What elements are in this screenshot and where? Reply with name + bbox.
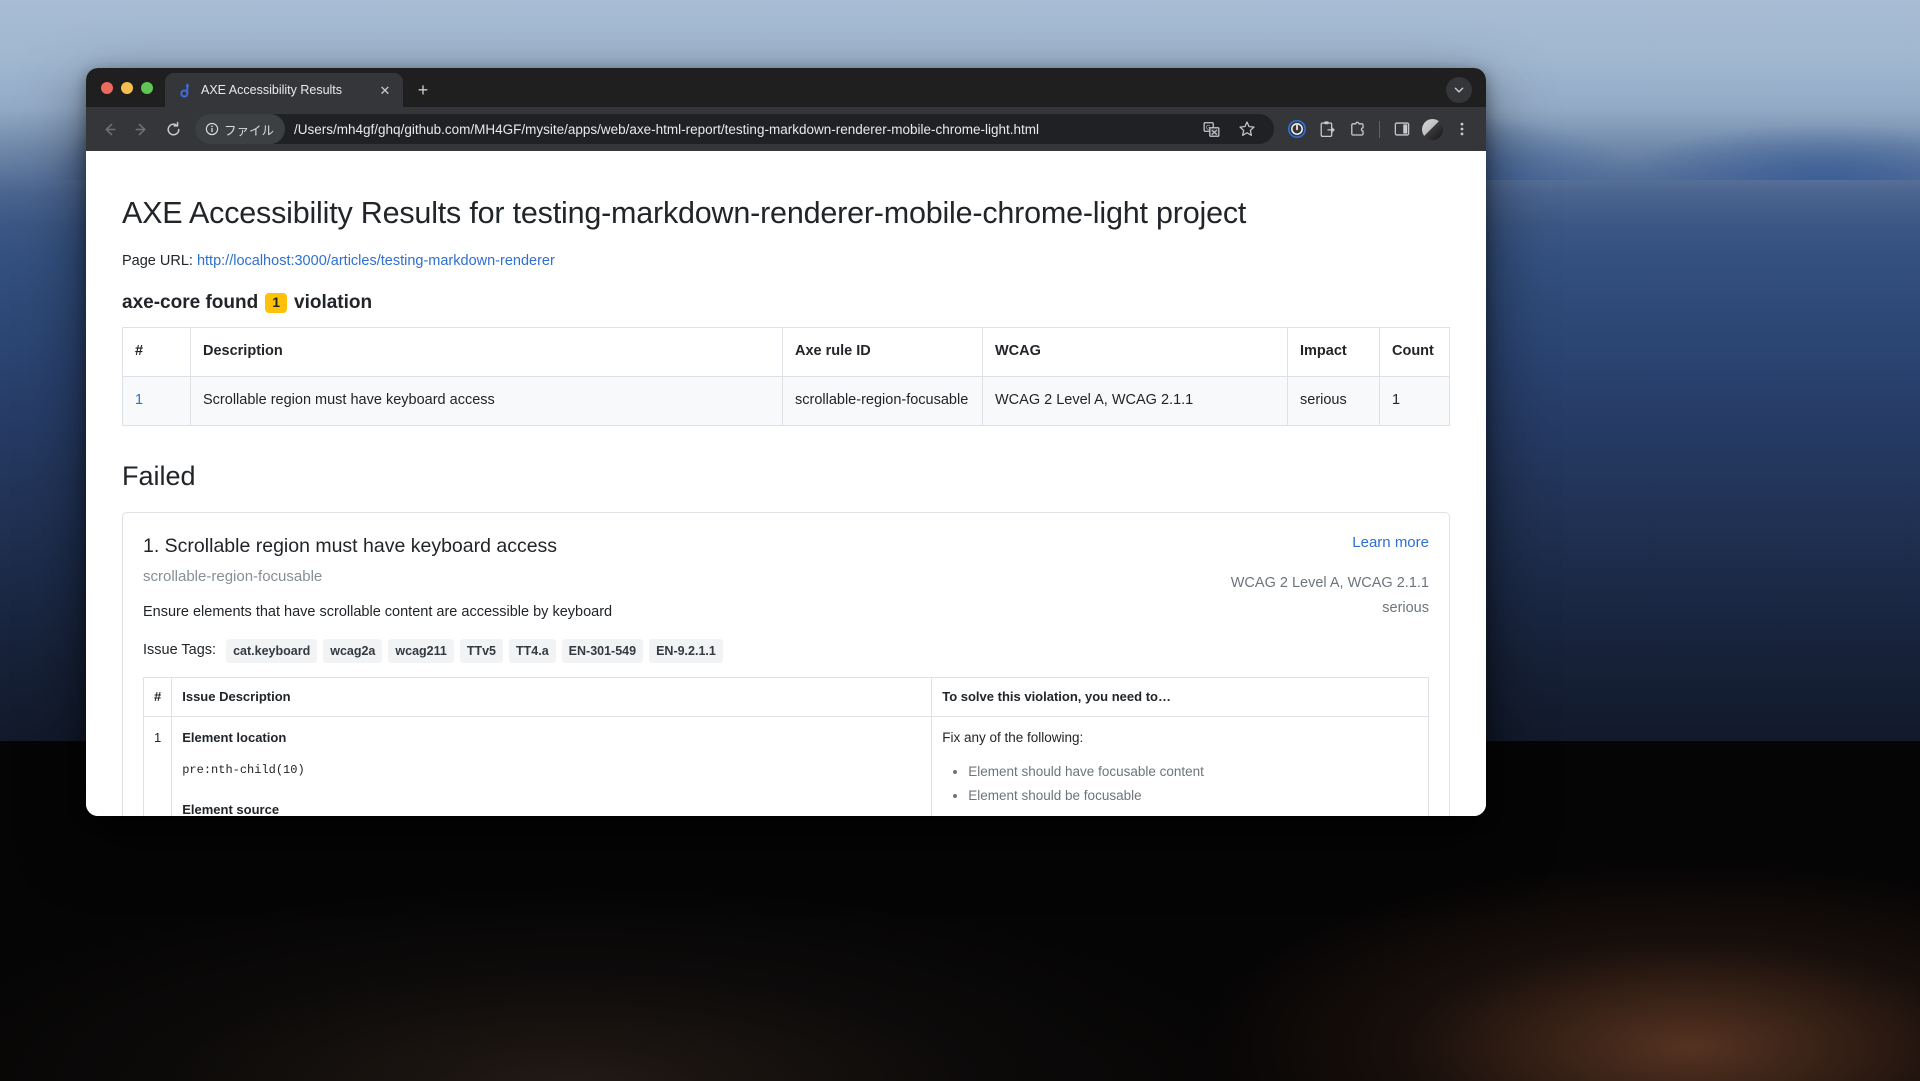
tab-strip: AXE Accessibility Results ✕ + <box>86 68 1486 107</box>
issue-tag: wcag2a <box>323 638 383 664</box>
summary-header-wcag: WCAG <box>982 327 1288 377</box>
page-url-link[interactable]: http://localhost:3000/articles/testing-m… <box>197 253 555 269</box>
omnibox-actions: G <box>1191 115 1270 143</box>
list-item: Element should have focusable content <box>968 760 1418 784</box>
element-location-label: Element location <box>182 729 287 745</box>
page-url-line: Page URL: http://localhost:3000/articles… <box>122 251 1450 273</box>
table-row: 1 Scrollable region must have keyboard a… <box>122 375 1450 426</box>
found-suffix: violation <box>294 291 373 313</box>
chevron-down-icon[interactable] <box>1446 77 1472 103</box>
summary-cell-count: 1 <box>1379 375 1450 426</box>
window-traffic-lights <box>86 68 165 107</box>
issue-table-wrap: # Issue Description To solve this violat… <box>142 677 1429 816</box>
address-bar[interactable]: ファイル /Users/mh4gf/ghq/github.com/MH4GF/m… <box>195 114 1274 144</box>
close-icon[interactable]: ✕ <box>376 81 394 99</box>
issue-tag: cat.keyboard <box>226 638 318 664</box>
file-scheme-chip[interactable]: ファイル <box>195 114 286 144</box>
issue-tag: EN-9.2.1.1 <box>649 638 723 664</box>
reload-button[interactable] <box>158 114 188 144</box>
issue-table-header-row: # Issue Description To solve this violat… <box>142 677 1429 717</box>
violation-title: 1. Scrollable region must have keyboard … <box>143 535 558 557</box>
summary-cell-index[interactable]: 1 <box>122 375 191 426</box>
summary-header-count: Count <box>1379 327 1450 377</box>
violation-wcag: WCAG 2 Level A, WCAG 2.1.1 <box>1230 574 1429 591</box>
violation-card-header: 1. Scrollable region must have keyboard … <box>143 532 1429 639</box>
violation-impact: serious <box>1382 600 1429 617</box>
summary-table-header-row: # Description Axe rule ID WCAG Impact Co… <box>122 327 1450 377</box>
violation-card: 1. Scrollable region must have keyboard … <box>122 512 1450 816</box>
clipboard-extension-icon[interactable] <box>1313 115 1341 143</box>
back-button[interactable] <box>94 114 124 144</box>
file-scheme-label: ファイル <box>224 123 275 138</box>
violation-card-header-left: 1. Scrollable region must have keyboard … <box>143 532 1211 639</box>
failed-section-heading: Failed <box>122 460 196 491</box>
browser-tab-active[interactable]: AXE Accessibility Results ✕ <box>165 73 403 107</box>
issue-header-index: # <box>142 677 173 717</box>
summary-cell-impact: serious <box>1287 375 1380 426</box>
address-bar-url: /Users/mh4gf/ghq/github.com/MH4GF/mysite… <box>294 121 1040 137</box>
maximize-window-button[interactable] <box>141 81 153 94</box>
violation-rule-id: scrollable-region-focusable <box>143 568 323 586</box>
issue-cell-solution: Fix any of the following: Element should… <box>931 715 1429 816</box>
browser-toolbar: ファイル /Users/mh4gf/ghq/github.com/MH4GF/m… <box>86 107 1486 151</box>
issue-tag: wcag211 <box>388 638 454 664</box>
element-location-value: pre:nth-child(10) <box>182 763 305 778</box>
page-url-label: Page URL: <box>122 252 193 269</box>
found-prefix: axe-core found <box>122 291 259 313</box>
chrome-browser-window: AXE Accessibility Results ✕ + ファイル /User… <box>86 68 1486 816</box>
mh4gf-logo-favicon <box>176 82 192 98</box>
issue-header-description: Issue Description <box>171 677 933 717</box>
issue-tags-label: Issue Tags: <box>143 642 217 658</box>
summary-cell-wcag: WCAG 2 Level A, WCAG 2.1.1 <box>982 375 1288 426</box>
fix-list: Element should have focusable content El… <box>968 760 1418 807</box>
summary-header-description: Description <box>190 327 783 377</box>
issue-cell-description: Element location pre:nth-child(10) Eleme… <box>171 715 933 816</box>
violation-count-badge: 1 <box>265 293 287 313</box>
summary-cell-description: Scrollable region must have keyboard acc… <box>190 375 783 426</box>
bookmark-star-icon[interactable] <box>1233 115 1261 143</box>
issue-header-solution: To solve this violation, you need to… <box>931 677 1429 717</box>
info-icon <box>205 122 219 136</box>
tab-title: AXE Accessibility Results <box>201 83 343 97</box>
violation-description: Ensure elements that have scrollable con… <box>143 603 613 620</box>
extensions-puzzle-icon[interactable] <box>1343 115 1371 143</box>
violation-count-heading: axe-core found 1 violation <box>122 289 1450 318</box>
profile-avatar[interactable] <box>1418 115 1446 143</box>
translate-icon[interactable]: G <box>1197 115 1225 143</box>
axe-report-page: AXE Accessibility Results for testing-ma… <box>86 151 1486 816</box>
summary-header-impact: Impact <box>1287 327 1380 377</box>
toolbar-divider <box>1379 120 1380 138</box>
issue-cell-index: 1 <box>142 715 173 816</box>
issue-tag: TTv5 <box>459 638 504 664</box>
learn-more-link[interactable]: Learn more <box>1231 532 1429 555</box>
issue-tags: Issue Tags: cat.keyboard wcag2a wcag211 … <box>143 638 1429 664</box>
issue-table: # Issue Description To solve this violat… <box>142 677 1429 816</box>
violation-card-header-right: Learn more WCAG 2 Level A, WCAG 2.1.1 se… <box>1211 532 1429 620</box>
onepassword-icon[interactable] <box>1283 115 1311 143</box>
page-viewport: AXE Accessibility Results for testing-ma… <box>86 151 1486 816</box>
fix-lead-text: Fix any of the following: <box>942 729 1084 745</box>
chrome-menu-icon[interactable] <box>1448 115 1476 143</box>
element-source-label: Element source <box>182 801 280 816</box>
table-row: 1 Element location pre:nth-child(10) Ele… <box>142 715 1429 816</box>
summary-header-index: # <box>122 327 191 377</box>
issue-tag: TT4.a <box>509 638 556 664</box>
list-item: Element should be focusable <box>968 784 1418 808</box>
summary-table: # Description Axe rule ID WCAG Impact Co… <box>122 327 1450 426</box>
page-title: AXE Accessibility Results for testing-ma… <box>122 196 1247 230</box>
avatar <box>1421 118 1443 140</box>
tab-strip-right-controls <box>1446 77 1486 107</box>
issue-tag: EN-301-549 <box>561 638 644 664</box>
new-tab-button[interactable]: + <box>409 76 437 104</box>
close-window-button[interactable] <box>101 81 113 94</box>
minimize-window-button[interactable] <box>121 81 133 94</box>
summary-cell-rule-id: scrollable-region-focusable <box>782 375 983 426</box>
side-panel-icon[interactable] <box>1388 115 1416 143</box>
forward-button[interactable] <box>126 114 156 144</box>
summary-header-rule-id: Axe rule ID <box>782 327 983 377</box>
